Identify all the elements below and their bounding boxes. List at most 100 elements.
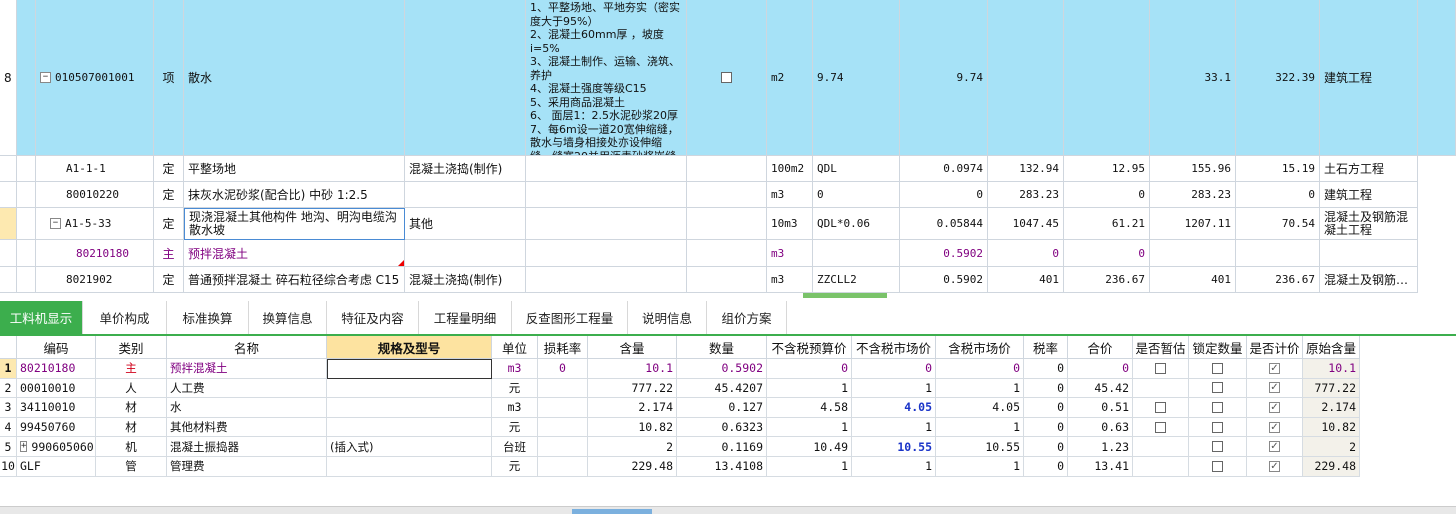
column-header-tax-rate[interactable]: 税率 <box>1024 336 1068 359</box>
name-cell[interactable]: 普通预拌混凝土 碎石粒径综合考虑 C15 <box>184 267 405 293</box>
tab-material-display[interactable]: 工料机显示 <box>0 301 83 334</box>
priced-cell[interactable]: ✓ <box>1247 359 1303 379</box>
code-cell[interactable]: A1-1-1 <box>36 156 154 182</box>
horizontal-scrollbar-thumb[interactable] <box>572 509 652 514</box>
expression-cell[interactable]: QDL <box>813 156 900 182</box>
loss-rate-cell[interactable] <box>538 378 588 399</box>
expand-icon[interactable]: + <box>20 441 28 453</box>
market-price-cell[interactable]: 4.05 <box>852 398 936 418</box>
code-cell[interactable]: 99450760 <box>17 417 96 438</box>
checkbox[interactable]: ✓ <box>1269 401 1280 413</box>
name-cell[interactable]: 现浇混凝土其他构件 地沟、明沟电缆沟散水坡 <box>184 208 405 240</box>
column-header-total[interactable]: 合价 <box>1068 336 1133 359</box>
expression-cell[interactable]: 0 <box>813 182 900 208</box>
checkbox[interactable]: ✓ <box>1269 441 1280 453</box>
code-cell[interactable]: 80010220 <box>36 182 154 208</box>
spec-cell[interactable] <box>327 417 492 438</box>
checkbox[interactable] <box>1155 401 1166 413</box>
market-price-cell[interactable]: 1 <box>852 378 936 399</box>
loss-rate-cell[interactable] <box>538 417 588 438</box>
checkbox[interactable]: ✓ <box>1269 382 1280 394</box>
lock-quantity-cell[interactable] <box>1189 417 1247 438</box>
priced-cell[interactable]: ✓ <box>1247 437 1303 457</box>
code-cell[interactable]: GLF <box>17 457 96 477</box>
feature-description-cell[interactable] <box>526 240 687 267</box>
lock-quantity-cell[interactable] <box>1189 378 1247 399</box>
code-cell[interactable]: 80210180 <box>17 359 96 379</box>
checkbox[interactable] <box>1155 362 1166 374</box>
lock-quantity-cell[interactable] <box>1189 457 1247 477</box>
content-cell[interactable]: 10.82 <box>588 417 677 438</box>
column-header-quantity[interactable]: 数量 <box>677 336 767 359</box>
checkbox[interactable] <box>721 72 732 83</box>
spec-cell[interactable] <box>327 398 492 418</box>
expression-cell[interactable]: ZZCLL2 <box>813 267 900 293</box>
column-header-unit[interactable]: 单位 <box>492 336 538 359</box>
priced-cell[interactable]: ✓ <box>1247 417 1303 438</box>
provisional-cell[interactable] <box>1133 437 1189 457</box>
feature-description-cell[interactable] <box>526 208 687 240</box>
checkbox[interactable] <box>1212 401 1223 413</box>
section-cell[interactable]: 混凝土浇捣(制作) <box>405 156 526 182</box>
market-price-cell[interactable]: 0 <box>852 359 936 379</box>
name-cell[interactable]: 预拌混凝土 <box>184 240 405 267</box>
feature-description-cell[interactable]: 1、平整场地、平地夯实（密实度大于95%） 2、混凝土60mm厚 ，坡度i=5%… <box>526 0 687 156</box>
loss-rate-cell[interactable] <box>538 457 588 477</box>
spec-cell[interactable] <box>327 378 492 399</box>
provisional-cell[interactable] <box>1133 378 1189 399</box>
column-header-budget-price[interactable]: 不含税预算价 <box>767 336 852 359</box>
market-price-cell[interactable]: 1 <box>852 457 936 477</box>
market-price-cell[interactable]: 1 <box>852 417 936 438</box>
panel-splitter[interactable] <box>0 293 1456 301</box>
content-cell[interactable]: 2.174 <box>588 398 677 418</box>
column-header-original-content[interactable]: 原始含量 <box>1303 336 1360 359</box>
section-cell[interactable]: 混凝土浇捣(制作) <box>405 267 526 293</box>
collapse-icon[interactable]: − <box>40 72 51 83</box>
name-cell[interactable]: 平整场地 <box>184 156 405 182</box>
section-cell[interactable]: 其他 <box>405 208 526 240</box>
spec-cell[interactable]: (插入式) <box>327 437 492 457</box>
name-cell[interactable]: 人工费 <box>167 378 327 399</box>
section-cell[interactable] <box>405 240 526 267</box>
tab-quantity-details[interactable]: 工程量明细 <box>419 301 512 334</box>
section-cell[interactable] <box>405 182 526 208</box>
loss-rate-cell[interactable]: 0 <box>538 359 588 379</box>
priced-cell[interactable]: ✓ <box>1247 378 1303 399</box>
column-header-market-price[interactable]: 不含税市场价 <box>852 336 936 359</box>
collapse-icon[interactable]: − <box>50 218 61 229</box>
expression-cell[interactable]: QDL*0.06 <box>813 208 900 240</box>
provisional-cell[interactable] <box>1133 398 1189 418</box>
checkbox[interactable] <box>1212 382 1223 394</box>
code-cell[interactable]: − A1-5-33 <box>36 208 154 240</box>
column-header-provisional[interactable]: 是否暂估 <box>1133 336 1189 359</box>
market-price-cell[interactable]: 10.55 <box>852 437 936 457</box>
tab-description-info[interactable]: 说明信息 <box>628 301 707 334</box>
column-header-content[interactable]: 含量 <box>588 336 677 359</box>
provisional-cell[interactable] <box>1133 417 1189 438</box>
code-cell[interactable]: +990605060 <box>17 437 96 457</box>
loss-rate-cell[interactable] <box>538 398 588 418</box>
code-cell[interactable]: 80210180 <box>36 240 154 267</box>
tab-pricing-scheme[interactable]: 组价方案 <box>707 301 787 334</box>
tab-conversion-info[interactable]: 换算信息 <box>249 301 327 334</box>
column-header-type[interactable]: 类别 <box>96 336 167 359</box>
checkbox[interactable] <box>1212 362 1223 374</box>
expression-cell[interactable]: 9.74 <box>813 0 900 156</box>
checkbox[interactable]: ✓ <box>1269 362 1280 374</box>
priced-cell[interactable]: ✓ <box>1247 398 1303 418</box>
content-cell[interactable]: 10.1 <box>588 359 677 379</box>
expression-cell[interactable] <box>813 240 900 267</box>
tab-features-content[interactable]: 特征及内容 <box>327 301 419 334</box>
content-cell[interactable]: 777.22 <box>588 378 677 399</box>
priced-cell[interactable]: ✓ <box>1247 457 1303 477</box>
lock-quantity-cell[interactable] <box>1189 359 1247 379</box>
column-header-name[interactable]: 名称 <box>167 336 327 359</box>
lock-quantity-cell[interactable] <box>1189 398 1247 418</box>
checkbox[interactable]: ✓ <box>1269 460 1280 472</box>
checkbox-cell[interactable] <box>687 0 767 156</box>
name-cell[interactable]: 水 <box>167 398 327 418</box>
column-header-spec[interactable]: 规格及型号 <box>327 336 492 359</box>
name-cell[interactable]: 混凝土振捣器 <box>167 437 327 457</box>
feature-description-cell[interactable] <box>526 267 687 293</box>
column-header-priced[interactable]: 是否计价 <box>1247 336 1303 359</box>
